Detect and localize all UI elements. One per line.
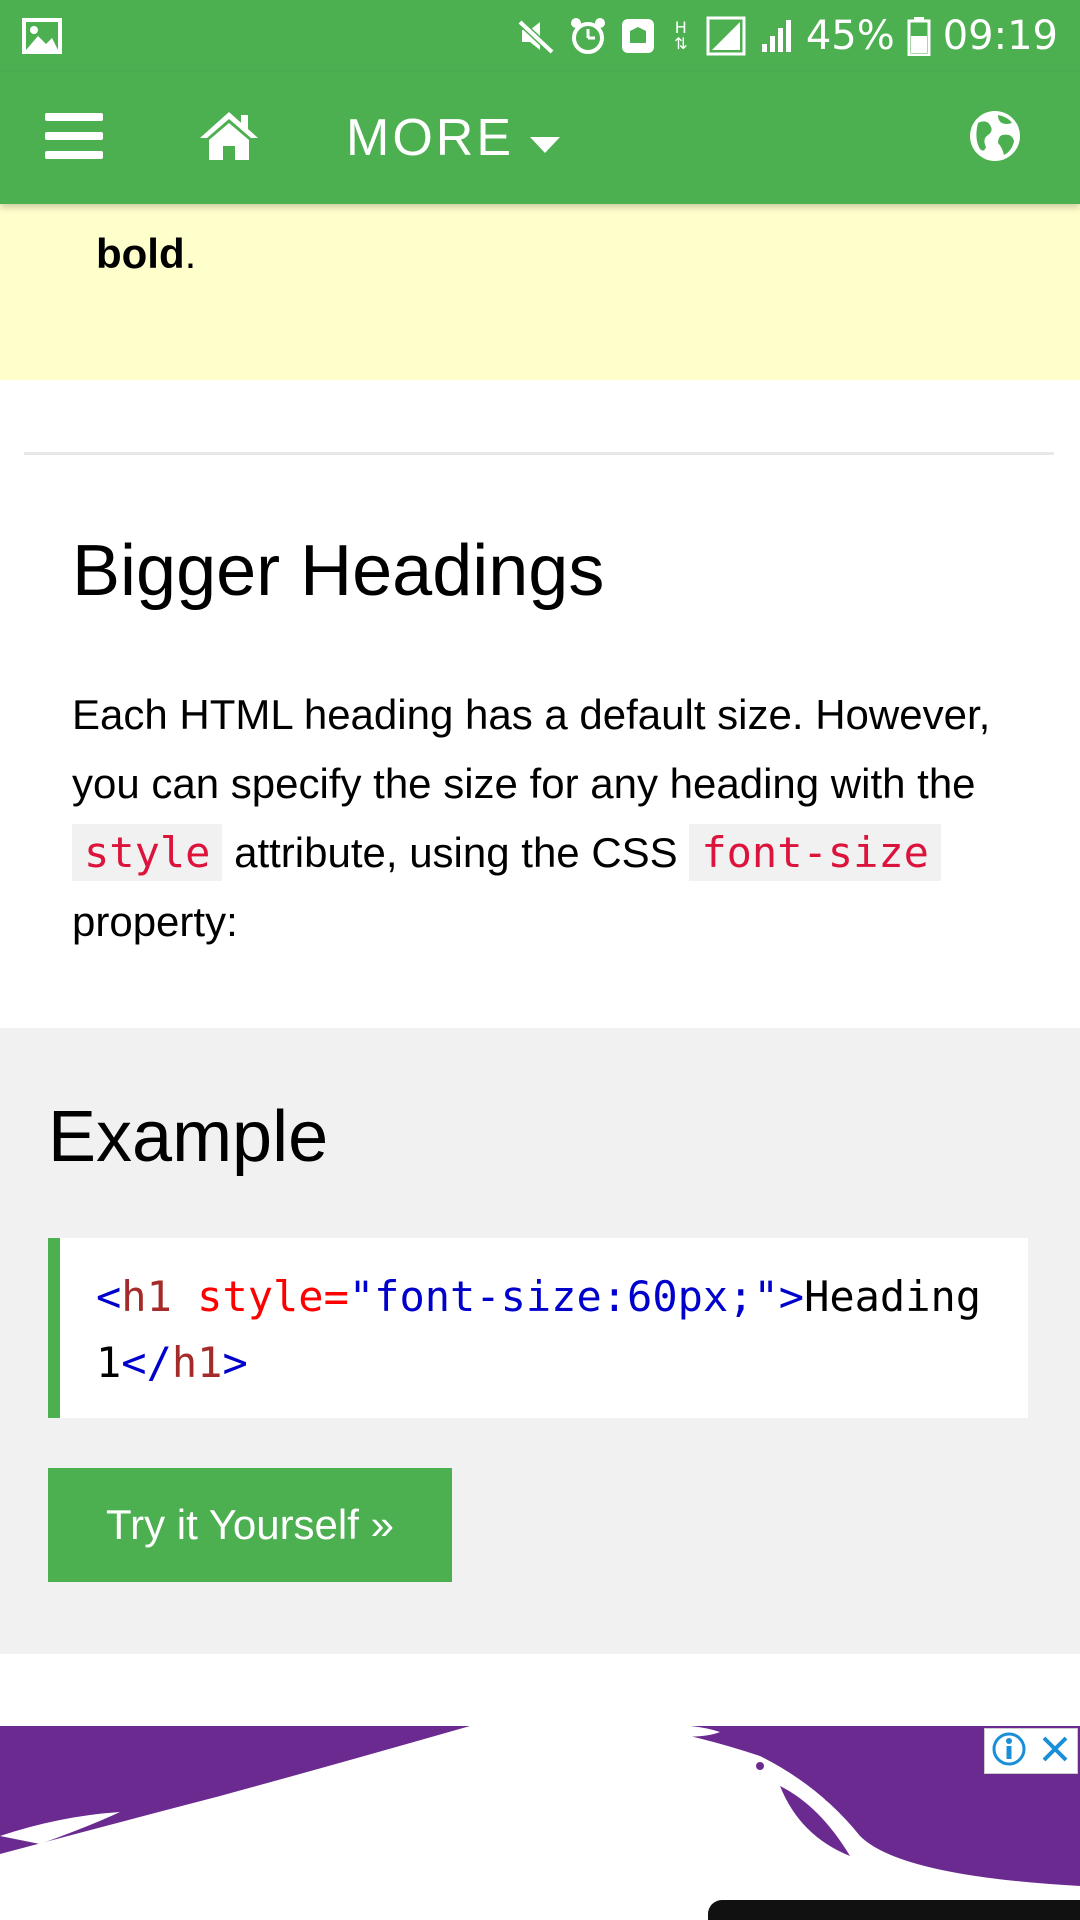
ad-brush-graphic — [0, 1726, 1080, 1920]
battery-percent: 45% — [805, 13, 895, 59]
adchoices-info-icon[interactable] — [991, 1731, 1027, 1772]
para-text-1: Each HTML heading has a default size. Ho… — [72, 691, 991, 807]
note-trailing: . — [184, 230, 197, 277]
signal-icon — [758, 16, 794, 56]
advertisement-banner[interactable] — [0, 1726, 1080, 1920]
caret-down-icon — [530, 108, 560, 168]
status-bar: H ⇅ 45% 09:19 — [0, 0, 1080, 72]
menu-button[interactable] — [36, 99, 114, 177]
inline-code-font-size: font-size — [689, 824, 941, 881]
para-text-2: attribute, using the CSS — [222, 829, 690, 876]
more-dropdown-button[interactable]: MORE — [346, 99, 560, 177]
section-heading: Bigger Headings — [72, 531, 605, 611]
home-button[interactable] — [190, 99, 268, 177]
more-label: MORE — [346, 109, 514, 167]
menu-icon — [45, 111, 105, 166]
inline-code-style: style — [72, 824, 223, 881]
ad-close-icon[interactable] — [1039, 1733, 1071, 1770]
mute-icon — [516, 16, 556, 56]
note-text: bold. — [96, 230, 196, 278]
clock: 09:19 — [942, 13, 1058, 59]
globe-icon — [968, 109, 1022, 168]
code-end-lt: </ — [121, 1338, 172, 1387]
top-nav-bar: MORE — [0, 72, 1080, 204]
data-arrows-icon: H ⇅ — [668, 20, 694, 52]
example-panel: Example <h1 style="font-size:60px;">Head… — [0, 1028, 1080, 1654]
language-button[interactable] — [960, 103, 1030, 173]
alarm-icon — [568, 16, 608, 56]
ad-dark-panel — [708, 1900, 1080, 1920]
nfc-icon — [620, 17, 656, 55]
arrows-glyph: ⇅ — [674, 34, 688, 53]
code-example: <h1 style="font-size:60px;">Heading 1</h… — [48, 1238, 1028, 1418]
para-text-3: property: — [72, 898, 238, 945]
code-end-tag: h1 — [171, 1338, 223, 1387]
signal-icon — [706, 16, 746, 56]
example-heading: Example — [48, 1097, 329, 1177]
code-end-gt: > — [222, 1338, 248, 1387]
code-close-gt: > — [778, 1272, 805, 1321]
battery-icon — [907, 16, 931, 56]
adchoices-badge[interactable] — [984, 1728, 1078, 1774]
section-divider — [24, 452, 1054, 455]
code-attr: style= — [171, 1272, 349, 1321]
code-attr-value: "font-size:60px;" — [348, 1272, 779, 1321]
note-bold-word: bold — [96, 230, 185, 277]
code-open-lt: < — [96, 1272, 122, 1321]
gallery-icon — [22, 18, 62, 54]
code-tag-name: h1 — [121, 1272, 172, 1321]
note-panel: bold. — [0, 204, 1080, 380]
home-icon — [198, 110, 260, 167]
try-it-yourself-button[interactable]: Try it Yourself » — [48, 1468, 452, 1582]
section-paragraph: Each HTML heading has a default size. Ho… — [72, 680, 1032, 956]
